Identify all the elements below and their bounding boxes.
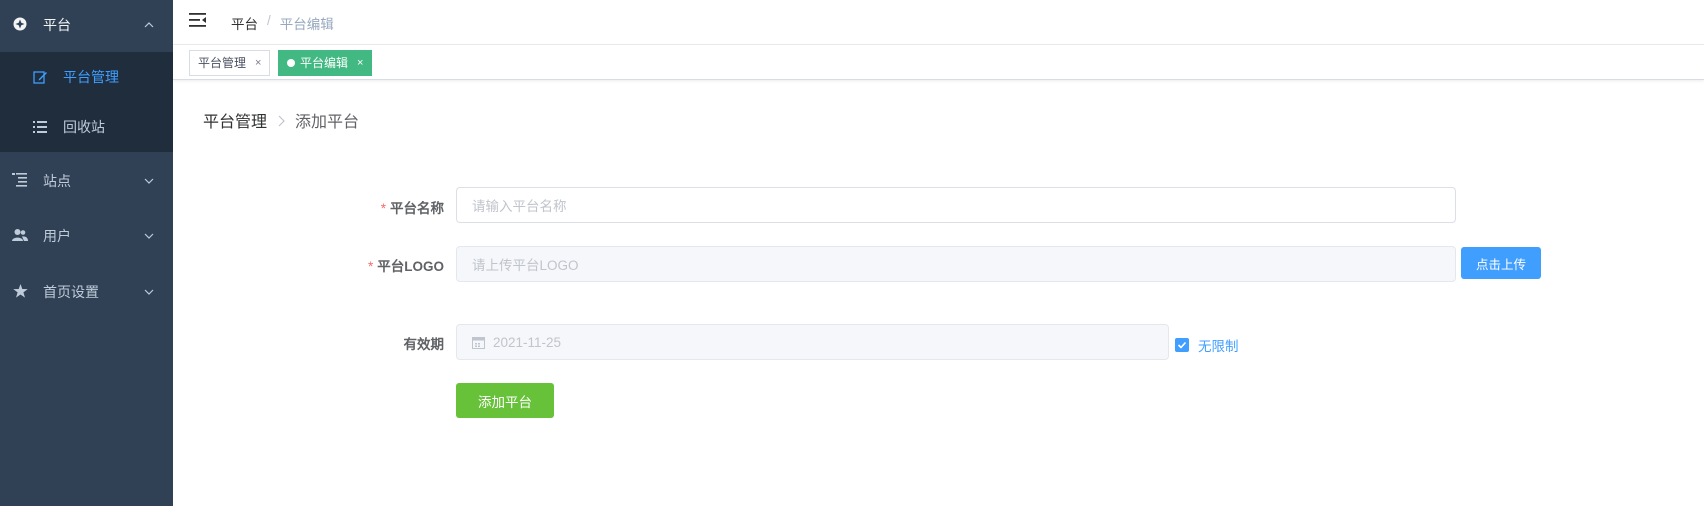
list-tree-icon [12,172,28,188]
page-breadcrumb: 平台管理 添加平台 [203,108,359,132]
calendar-icon [472,336,485,349]
sidebar-item-recycle-bin[interactable]: 回收站 [0,102,173,152]
star-icon [12,283,28,299]
validity-label: 有效期 [294,333,445,353]
unlimited-checkbox[interactable]: 无限制 [1175,335,1239,355]
platform-submenu: 平台管理 回收站 [0,52,173,152]
add-platform-button[interactable]: 添加平台 [456,383,554,418]
tag-label: 平台编辑 [300,56,349,70]
required-mark: * [367,259,374,274]
chevron-down-icon [143,229,155,241]
chevron-up-icon [143,18,155,30]
breadcrumb-item[interactable]: 平台管理 [203,108,267,132]
breadcrumb-item-current: 平台编辑 [279,17,334,32]
upload-button[interactable]: 点击上传 [1461,247,1541,279]
close-icon[interactable]: × [255,51,261,75]
checkmark-icon[interactable] [1175,338,1189,352]
compass-icon [12,16,28,32]
label-text: 平台名称 [390,201,444,216]
list-icon [32,119,48,135]
sidebar-group-platform[interactable]: 平台 [0,0,173,50]
sidebar-item-label: 回收站 [63,119,105,135]
sidebar: 平台 平台管理 回收站 站点 用户 首页设置 [0,0,173,506]
label-text: 有效期 [403,337,445,352]
checkbox-label[interactable]: 无限制 [1198,335,1239,355]
sidebar-group-label: 站点 [43,173,71,189]
date-value: 2021-11-25 [493,334,562,350]
close-icon[interactable]: × [357,51,363,75]
breadcrumb-item-current: 添加平台 [295,114,360,131]
platform-logo-label: * 平台LOGO [294,255,444,275]
sidebar-group-label: 首页设置 [43,284,99,300]
menu-fold-icon[interactable] [189,12,207,28]
sidebar-group-label: 用户 [43,228,71,244]
label-text: 平台LOGO [377,259,444,274]
platform-name-label: * 平台名称 [294,197,444,217]
sidebar-group-label: 平台 [43,17,71,33]
top-navbar: 平台 / 平台编辑 [173,0,1704,45]
placeholder-text: 请输入平台名称 [472,199,567,214]
chevron-right-icon [276,114,286,127]
users-icon [12,227,28,243]
sidebar-item-platform-manage[interactable]: 平台管理 [0,52,173,102]
tag-platform-edit[interactable]: 平台编辑 × [278,50,373,76]
breadcrumb-item[interactable]: 平台 [231,13,258,33]
tags-view: 平台管理 × 平台编辑 × [173,45,1704,80]
sidebar-group-homepage-settings[interactable]: 首页设置 [0,267,173,317]
validity-date-input: 2021-11-25 [456,324,1169,360]
tag-platform-manage[interactable]: 平台管理 × [189,50,271,76]
required-mark: * [380,201,386,216]
chevron-down-icon [143,174,155,186]
placeholder-text: 请上传平台LOGO [472,258,579,273]
sidebar-group-users[interactable]: 用户 [0,211,173,261]
platform-logo-input: 请上传平台LOGO [456,246,1456,282]
platform-name-input[interactable]: 请输入平台名称 [456,187,1456,223]
sidebar-item-label: 平台管理 [63,69,119,85]
breadcrumb-separator: / [267,13,271,28]
breadcrumb: 平台 / 平台编辑 [231,13,334,33]
active-dot-icon [287,59,295,67]
edit-icon [32,69,48,85]
tag-label: 平台管理 [198,56,247,70]
chevron-down-icon [143,285,155,297]
sidebar-group-site[interactable]: 站点 [0,156,173,206]
